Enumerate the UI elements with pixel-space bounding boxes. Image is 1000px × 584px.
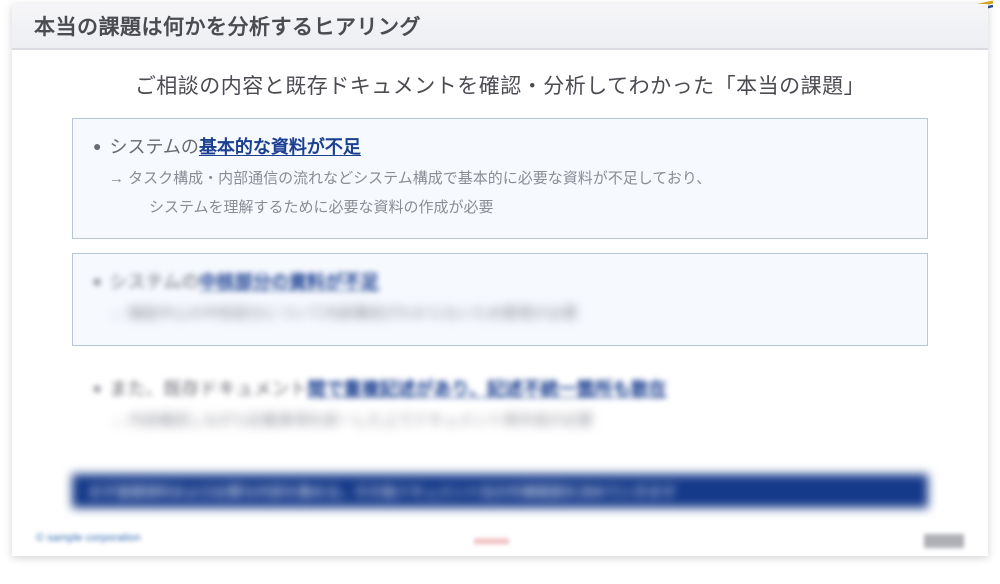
bullet-icon: ● [93, 138, 101, 154]
card-3: ● また、既存ドキュメント間で重複記述があり、記述不統一箇所も散在 → 内容確認… [72, 360, 928, 453]
card-1-body-line1: → タスク構成・内部通信の流れなどシステム構成で基本的に必要な資料が不足しており… [109, 170, 711, 187]
title-bar: 本当の課題は何かを分析するヒアリング [12, 4, 988, 50]
card-1-body: → タスク構成・内部通信の流れなどシステム構成で基本的に必要な資料が不足しており… [93, 165, 907, 222]
bullet-icon: ● [93, 273, 101, 289]
card-3-body-line1: → 内容確認しながら記載事項を統一した上でドキュメント再作成が必要 [109, 412, 593, 429]
footer-right [924, 534, 964, 548]
card-2-heading: ● システムの中核部分の資料が不足 [93, 268, 907, 294]
bottom-banner: まず基礎資料および必要な内容を集める。その後ドキュメント化の作業範囲を決めていき… [72, 474, 928, 508]
cards-container: ● システムの基本的な資料が不足 → タスク構成・内部通信の流れなどシステム構成… [72, 118, 928, 452]
footer-center: xxxxxxx [474, 536, 526, 548]
card-1-heading: ● システムの基本的な資料が不足 [93, 133, 907, 159]
card-3-body: → 内容確認しながら記載事項を統一した上でドキュメント再作成が必要 [93, 407, 907, 436]
card-2-prefix: システムの [109, 272, 198, 292]
footer: © sample corporation xxxxxxx [36, 528, 964, 548]
card-2: ● システムの中核部分の資料が不足 → 機能中心の中核部分について内部構成がわか… [72, 253, 928, 346]
lead-text: ご相談の内容と既存ドキュメントを確認・分析してわかった「本当の課題」 [12, 70, 988, 100]
footer-left: © sample corporation [36, 532, 141, 544]
bullet-icon: ● [93, 380, 101, 396]
card-3-prefix: また、既存ドキュメント [109, 379, 307, 399]
card-1-emph: 基本的な資料が不足 [199, 137, 361, 157]
card-2-body-line1: → 機能中心の中核部分について内部構成がわからないため整理が必要 [109, 305, 578, 322]
card-2-body: → 機能中心の中核部分について内部構成がわからないため整理が必要 [93, 300, 907, 329]
card-3-emph: 間で重複記述があり、記述不統一箇所も散在 [307, 379, 666, 399]
page-title: 本当の課題は何かを分析するヒアリング [34, 11, 421, 41]
card-3-heading: ● また、既存ドキュメント間で重複記述があり、記述不統一箇所も散在 [93, 375, 907, 401]
card-2-emph: 中核部分の資料が不足 [199, 272, 379, 292]
card-1-prefix: システムの [109, 137, 198, 157]
slide: 本当の課題は何かを分析するヒアリング ご相談の内容と既存ドキュメントを確認・分析… [12, 4, 988, 556]
card-1-body-line2: システムを理解するために必要な資料の作成が必要 [129, 199, 494, 216]
banner-text: まず基礎資料および必要な内容を集める。その後ドキュメント化の作業範囲を決めていき… [72, 474, 692, 510]
card-1: ● システムの基本的な資料が不足 → タスク構成・内部通信の流れなどシステム構成… [72, 118, 928, 239]
